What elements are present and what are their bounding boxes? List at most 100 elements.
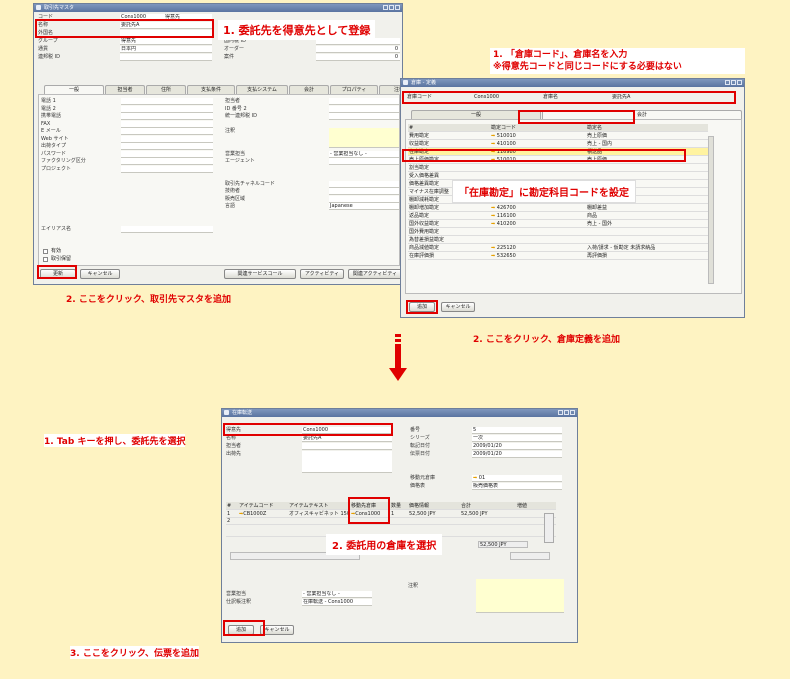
account-code-cell[interactable]: ➡ 116100 (490, 211, 586, 220)
cancel-button[interactable]: キャンセル (441, 302, 475, 312)
field-value[interactable] (329, 105, 399, 113)
remarks-field[interactable] (476, 579, 564, 613)
account-code-cell[interactable]: ➡ 410100 (490, 139, 586, 148)
cancel-button[interactable]: キャンセル (260, 625, 294, 635)
minimize-icon[interactable] (725, 80, 730, 85)
vertical-scrollbar[interactable] (708, 136, 714, 284)
field-value[interactable]: 2009/01/20 (472, 451, 562, 458)
price-list-select[interactable]: 販売価格表 (472, 483, 562, 490)
activity-button[interactable]: アクティビティ (300, 269, 344, 279)
account-code-cell[interactable] (490, 227, 586, 236)
table-row[interactable]: 返品勘定 ➡ 116100 商品 (408, 211, 708, 220)
field-value[interactable] (121, 225, 213, 233)
field-value[interactable] (329, 113, 399, 120)
close-icon[interactable] (395, 5, 400, 10)
tab[interactable]: プロパティ (330, 85, 378, 94)
table-row[interactable]: 国外収益勘定 ➡ 410200 売上 - 国外 (408, 219, 708, 228)
vertical-scrollbar[interactable] (544, 513, 554, 543)
field-value[interactable] (302, 451, 392, 473)
table-row[interactable]: 費用勘定 ➡ 510010 売上原価 (408, 131, 708, 140)
field-value[interactable] (329, 180, 399, 188)
account-code-cell[interactable] (490, 235, 586, 244)
field-value[interactable] (121, 113, 213, 120)
on-hold-checkbox[interactable] (43, 257, 48, 262)
horizontal-scrollbar[interactable] (510, 552, 550, 560)
field-value[interactable] (121, 98, 213, 105)
related-activity-button[interactable]: 関連アクティビティ (348, 269, 402, 279)
field-value[interactable]: 日本円 (120, 46, 212, 53)
table-cell[interactable]: ➡CB1000Z (238, 509, 288, 518)
table-row[interactable]: 棚卸増加勘定 ➡ 426700 棚卸差益 (408, 203, 708, 212)
field-value[interactable] (121, 128, 213, 135)
table-cell[interactable] (408, 517, 460, 525)
field-value[interactable] (121, 105, 213, 113)
account-code-cell[interactable]: ➡ 510010 (490, 131, 586, 140)
field-value[interactable]: - 営業担当なし - (329, 150, 399, 158)
close-icon[interactable] (737, 80, 742, 85)
active-checkbox[interactable] (43, 249, 48, 254)
field-value[interactable]: 委託先A (302, 435, 392, 442)
account-code-cell[interactable]: ➡ 410200 (490, 219, 586, 228)
tab[interactable]: 支払システム (236, 85, 288, 94)
table-row[interactable]: 為替差損益勘定 (408, 235, 708, 244)
table-cell[interactable] (390, 517, 408, 525)
tab[interactable]: 支払条件 (187, 85, 235, 94)
maximize-icon[interactable] (564, 410, 569, 415)
table-row[interactable]: 2 (226, 517, 556, 525)
related-service-call-button[interactable]: 関連サービスコール (224, 269, 296, 279)
journal-remarks-field[interactable]: 在庫転送 - Cons1000 (302, 599, 372, 606)
field-value[interactable]: 0 (316, 54, 400, 61)
table-row[interactable]: 国外費用勘定 (408, 227, 708, 236)
field-value[interactable] (302, 443, 392, 450)
field-value[interactable] (329, 158, 399, 165)
sales-employee-select[interactable]: - 営業担当なし - (302, 591, 372, 598)
table-cell[interactable]: 2 (226, 517, 238, 525)
tab[interactable]: 住所 (146, 85, 186, 94)
field-value[interactable]: 0 (316, 46, 400, 53)
field-value[interactable] (121, 120, 213, 128)
field-value[interactable] (329, 195, 399, 203)
account-code-cell[interactable]: ➡ 426700 (490, 203, 586, 212)
table-cell[interactable]: オフィスキャビネット 150x9 (288, 509, 350, 518)
field-value[interactable] (329, 128, 399, 148)
account-code-cell[interactable]: ➡ 532650 (490, 251, 586, 260)
maximize-icon[interactable] (731, 80, 736, 85)
table-row[interactable]: 収益勘定 ➡ 410100 売上 - 国内 (408, 139, 708, 148)
field-value[interactable] (121, 143, 213, 150)
table-row[interactable]: 受入価格差異 (408, 171, 708, 180)
minimize-icon[interactable] (383, 5, 388, 10)
field-value[interactable] (329, 188, 399, 195)
field-value[interactable] (121, 150, 213, 158)
tab[interactable]: 会計 (289, 85, 329, 94)
table-cell[interactable] (288, 517, 350, 525)
account-code-cell[interactable]: ➡ 225120 (490, 243, 586, 252)
table-cell[interactable]: 52,500 JPY (408, 509, 460, 518)
maximize-icon[interactable] (389, 5, 394, 10)
field-value[interactable]: 一次 (472, 435, 562, 442)
table-cell[interactable]: 1 (226, 509, 238, 518)
table-row[interactable]: 1 ➡CB1000Z オフィスキャビネット 150x9 ➡Cons1000 1 52,50… (226, 509, 556, 518)
field-value[interactable] (121, 135, 213, 143)
table-cell[interactable]: 52,500 JPY (460, 509, 516, 518)
field-value[interactable]: 得意先 (120, 38, 212, 45)
table-cell[interactable] (460, 517, 516, 525)
field-value[interactable]: Japanese (329, 203, 399, 210)
field-value[interactable] (120, 54, 212, 61)
table-cell[interactable]: 1 (390, 509, 408, 518)
minimize-icon[interactable] (558, 410, 563, 415)
table-row[interactable]: 在庫評価損 ➡ 532650 再評価損 (408, 251, 708, 260)
field-value[interactable] (121, 165, 213, 173)
account-code-cell[interactable] (490, 171, 586, 180)
tab[interactable]: 担当者 (105, 85, 145, 94)
table-row[interactable]: 割当勘定 (408, 163, 708, 172)
from-warehouse-field[interactable]: ➡ 01 (472, 475, 562, 482)
table-row[interactable]: 商品減値勘定 ➡ 225120 入荷/請求 - 仮勘定 未請求納品 (408, 243, 708, 252)
tab[interactable]: 一般 (44, 85, 104, 94)
cancel-button[interactable]: キャンセル (80, 269, 120, 279)
field-value[interactable] (121, 158, 213, 165)
table-cell[interactable] (238, 517, 288, 525)
field-value[interactable]: 2009/01/20 (472, 443, 562, 450)
field-value[interactable] (329, 98, 399, 105)
close-icon[interactable] (570, 410, 575, 415)
account-code-cell[interactable] (490, 163, 586, 172)
